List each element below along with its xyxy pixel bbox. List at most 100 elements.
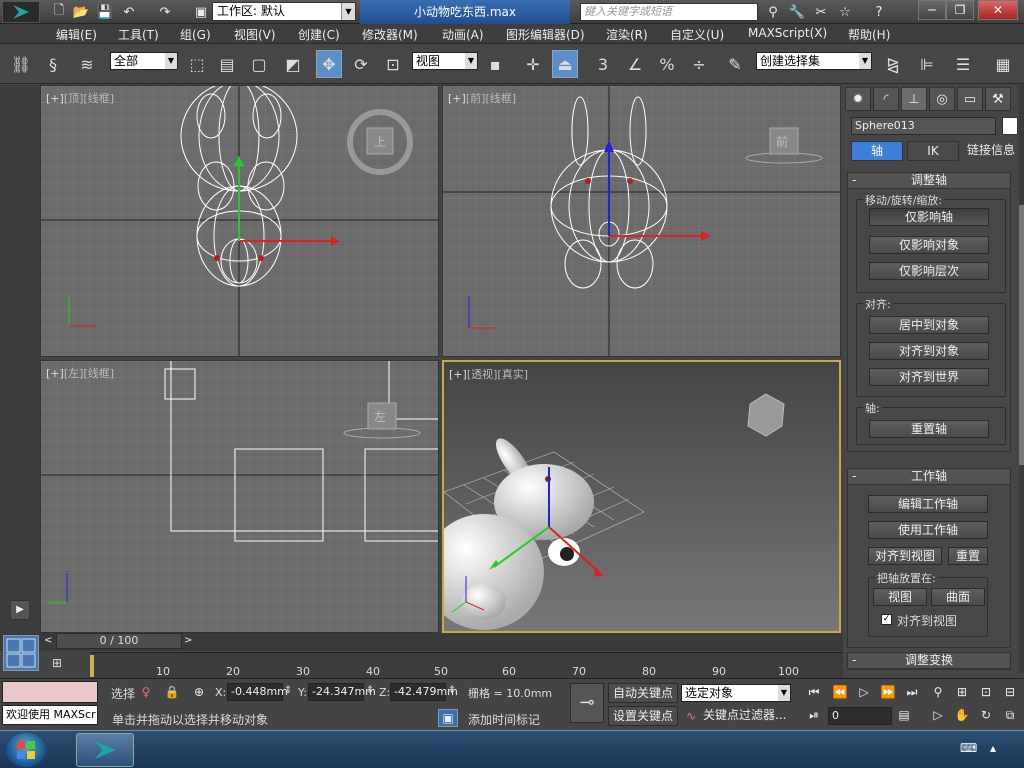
use-working-pivot-button[interactable]: 使用工作轴 [868, 521, 988, 539]
object-color-swatch[interactable] [1002, 117, 1018, 135]
viewport-shading[interactable]: [线框] [83, 367, 114, 380]
absolute-mode-icon[interactable]: ⊕ [189, 683, 209, 701]
reset-working-pivot-button[interactable]: 重置 [948, 547, 988, 565]
selection-filter-select[interactable]: 全部 ▼ [110, 52, 178, 70]
viewport-pov[interactable]: [前] [466, 92, 486, 105]
viewport-menu-plus[interactable]: [+] [46, 367, 64, 380]
current-frame-field[interactable]: 0 [828, 707, 892, 725]
go-to-start-icon[interactable]: ⏮ [804, 683, 824, 701]
time-slider[interactable]: 0 / 100 [56, 633, 182, 649]
isolate-selection-icon[interactable]: ♀ [136, 683, 156, 701]
named-selection-sets-select[interactable]: 创建选择集 ▼ [756, 52, 872, 70]
viewport-pov[interactable]: [左] [64, 367, 84, 380]
close-button[interactable]: ✕ [978, 0, 1018, 20]
curve-editor-icon[interactable]: ⊞ [52, 656, 72, 674]
pivot-center-icon[interactable]: ▪ [482, 50, 508, 78]
select-by-name-icon[interactable]: ▤ [214, 50, 240, 78]
pan-view-icon[interactable]: ✋ [952, 706, 972, 724]
viewport-layout-icon[interactable] [3, 635, 39, 671]
key-filters-button[interactable]: 关键点过滤器... [703, 706, 793, 726]
menu-graph-editors[interactable]: 图形编辑器(D) [506, 26, 585, 43]
tab-link-info[interactable]: 链接信息 [963, 141, 1019, 161]
workspace-select[interactable]: 工作区: 默认 ▼ [212, 2, 356, 21]
restore-button[interactable]: ❐ [946, 0, 974, 20]
tools-icon[interactable]: ✂ [810, 2, 832, 22]
y-spinner-icon[interactable]: ⇕ [366, 685, 374, 696]
auto-key-button[interactable]: 自动关键点 [608, 683, 678, 703]
set-key-button[interactable]: 设置关键点 [608, 706, 678, 726]
window-crossing-icon[interactable]: ◩ [280, 50, 306, 78]
key-filter-curve-icon[interactable]: ∿ [681, 707, 701, 725]
bind-spacewarp-icon[interactable]: ≋ [74, 50, 100, 78]
z-coordinate-field[interactable]: -42.479mm [390, 683, 458, 701]
menu-create[interactable]: 创建(C) [298, 26, 340, 43]
next-frame-icon[interactable]: ⏩ [878, 683, 898, 701]
redo-icon[interactable]: ↷ [154, 2, 176, 22]
select-and-rotate-icon[interactable]: ⟳ [348, 50, 374, 78]
slider-next-icon[interactable]: > [184, 633, 194, 649]
modify-tab-icon[interactable]: ◜ [873, 87, 899, 111]
viewcube-label[interactable]: 上 [374, 133, 386, 150]
menu-animation[interactable]: 动画(A) [442, 26, 484, 43]
wrench-icon[interactable]: 🔧 [786, 2, 808, 22]
previous-frame-icon[interactable]: ⏪ [830, 683, 850, 701]
center-to-object-button[interactable]: 居中到对象 [869, 316, 989, 334]
affect-hierarchy-only-button[interactable]: 仅影响层次 [869, 262, 989, 280]
manipulate-icon[interactable]: ✛ [520, 50, 546, 78]
angle-snap-icon[interactable]: ∠ [622, 50, 648, 78]
viewport-perspective[interactable]: [+][透视][真实] [442, 360, 841, 633]
reset-pivot-button[interactable]: 重置轴 [869, 420, 989, 438]
viewport-front-label[interactable]: [+][前][线框] [448, 90, 516, 106]
layer-manager-icon[interactable]: ☰ [950, 50, 976, 78]
rollout-header[interactable]: - 调整变换 [848, 653, 1010, 669]
viewport-top[interactable]: [+][顶][线框] 上 [40, 85, 439, 357]
undo-icon[interactable]: ↶ [118, 2, 140, 22]
select-object-icon[interactable]: ⬚ [184, 50, 210, 78]
viewport-left-label[interactable]: [+][左][线框] [46, 365, 114, 381]
motion-tab-icon[interactable]: ◎ [929, 87, 955, 111]
rect-selection-icon[interactable]: ▢ [246, 50, 272, 78]
track-bar[interactable]: 10 20 30 40 50 60 70 80 90 100 [89, 652, 843, 678]
affect-pivot-only-button[interactable]: 仅影响轴 [869, 208, 989, 226]
save-file-icon[interactable]: 💾 [94, 2, 116, 22]
menu-maxscript[interactable]: MAXScript(X) [748, 26, 827, 40]
viewport-menu-plus[interactable]: [+] [449, 368, 467, 381]
star-icon[interactable]: ☆ [834, 2, 856, 22]
y-coordinate-field[interactable]: -24.347mm [308, 683, 376, 701]
zoom-icon[interactable]: ⚲ [928, 683, 948, 701]
place-on-surface-button[interactable]: 曲面 [931, 588, 985, 606]
taskbar-3dsmax-app[interactable] [76, 733, 134, 767]
command-panel-scrollbar[interactable] [1019, 85, 1024, 673]
reference-coord-select[interactable]: 视图 ▼ [412, 52, 478, 70]
viewport-menu-plus[interactable]: [+] [46, 92, 64, 105]
viewcube-label[interactable]: 左 [374, 408, 386, 425]
menu-edit[interactable]: 编辑(E) [56, 26, 97, 43]
zoom-extents-all-icon[interactable]: ⊟ [1000, 683, 1020, 701]
time-tag-icon[interactable]: ▣ [438, 709, 458, 727]
unlink-icon[interactable]: § [40, 50, 66, 78]
object-name-field[interactable]: Sphere013 [851, 117, 996, 135]
viewport-menu-plus[interactable]: [+] [448, 92, 466, 105]
menu-views[interactable]: 视图(V) [234, 26, 276, 43]
play-icon[interactable]: ▷ [854, 683, 874, 701]
tab-pivot[interactable]: 轴 [851, 141, 903, 161]
viewcube-label[interactable]: 前 [776, 133, 788, 150]
place-on-view-button[interactable]: 视图 [873, 588, 927, 606]
x-spinner-icon[interactable]: ⇕ [284, 685, 292, 696]
menu-help[interactable]: 帮助(H) [848, 26, 890, 43]
minimize-button[interactable]: ─ [918, 0, 946, 20]
mirror-icon[interactable]: ⧎ [880, 50, 906, 78]
binoculars-icon[interactable]: ⚲ [762, 2, 784, 22]
viewport-perspective-label[interactable]: [+][透视][真实] [449, 366, 528, 382]
menu-modifiers[interactable]: 修改器(M) [362, 26, 418, 43]
viewport-shading[interactable]: [线框] [485, 92, 516, 105]
viewport-pov[interactable]: [顶] [64, 92, 84, 105]
align-to-world-button[interactable]: 对齐到世界 [869, 368, 989, 386]
select-and-scale-icon[interactable]: ⊡ [380, 50, 406, 78]
viewport-pov[interactable]: [透视] [467, 368, 498, 381]
add-time-tag[interactable]: 添加时间标记 [468, 711, 540, 728]
viewport-top-label[interactable]: [+][顶][线框] [46, 90, 114, 106]
viewport-shading[interactable]: [真实] [497, 368, 528, 381]
menu-customize[interactable]: 自定义(U) [670, 26, 724, 43]
align-to-view-checkbox[interactable]: ✓ [881, 614, 892, 625]
